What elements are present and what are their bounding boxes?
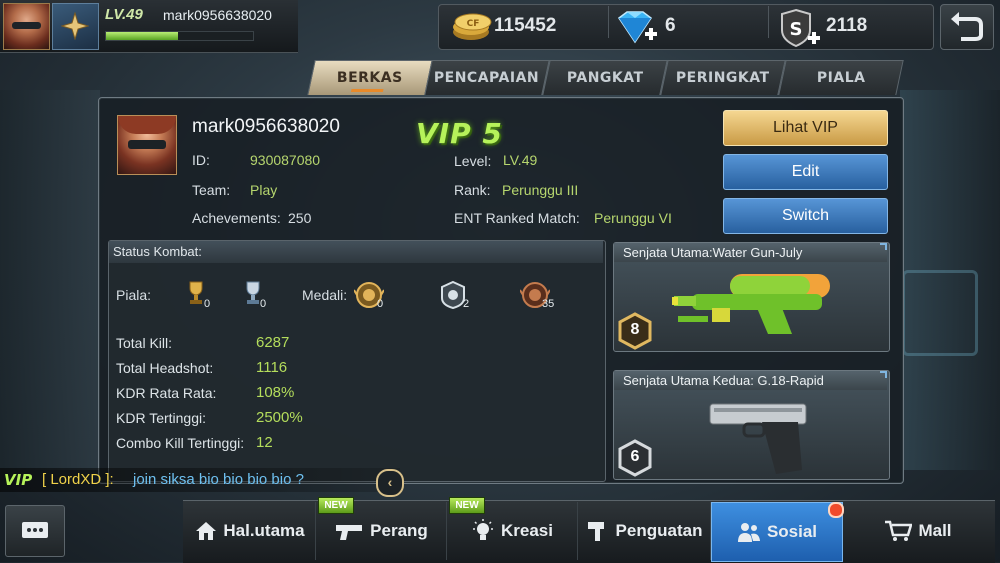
rank-value: Perunggu III	[502, 182, 579, 198]
tab-piala[interactable]: PIALA	[778, 60, 904, 95]
coin-icon: CF	[451, 10, 492, 42]
switch-button[interactable]: Switch	[723, 198, 888, 234]
divider	[608, 6, 609, 38]
nav-label: Sosial	[766, 522, 818, 541]
nav-mall[interactable]: Mall	[842, 502, 994, 560]
vip-level-badge: VIP 5	[416, 117, 503, 150]
house-icon	[196, 522, 217, 540]
chat-bubble-icon	[22, 522, 48, 538]
id-label: ID:	[192, 152, 210, 168]
stat-label: KDR Rata Rata:	[116, 385, 217, 401]
stat-value: 12	[256, 434, 273, 451]
edit-button[interactable]: Edit	[723, 154, 888, 190]
tab-berkas[interactable]: BERKAS	[307, 60, 433, 95]
profile-avatar[interactable]	[117, 115, 177, 175]
stat-value: 6287	[256, 334, 290, 351]
people-icon	[737, 523, 760, 542]
chat-collapse-button[interactable]: ‹	[376, 469, 404, 497]
nav-label: Kreasi	[501, 521, 553, 540]
background-sign	[902, 270, 978, 356]
stat-label: Total Headshot:	[116, 360, 214, 376]
nav-label: Penguatan	[615, 521, 703, 540]
player-level: LV.49	[105, 6, 143, 23]
xp-bar	[105, 31, 254, 41]
nav-sosial[interactable]: Sosial	[711, 502, 843, 562]
s-points-value: 2118	[826, 15, 868, 36]
level-label: Level:	[454, 153, 492, 169]
id-value: 930087080	[250, 152, 321, 168]
primary-weapon-title: Senjata Utama:Water Gun-July	[623, 245, 803, 260]
background-left	[0, 90, 100, 470]
pistol-icon	[706, 400, 810, 481]
nav-hal-utama[interactable]: Hal.utama	[185, 502, 316, 560]
piala-label: Piala:	[116, 287, 152, 303]
stat-label: Combo Kill Tertinggi:	[116, 435, 245, 451]
coins-value: 115452	[494, 15, 557, 36]
nav-label: Mall	[918, 521, 952, 540]
s-point-icon[interactable]: S	[778, 8, 824, 53]
player-username: mark0956638020	[163, 7, 272, 23]
profile-name: mark0956638020	[192, 116, 340, 137]
combat-status-title: Status Kombat:	[113, 244, 202, 259]
secondary-weapon-level: 6	[630, 448, 640, 465]
view-vip-button[interactable]: Lihat VIP	[723, 110, 888, 146]
rank-star-icon[interactable]	[52, 3, 99, 50]
svg-text:S: S	[790, 19, 803, 40]
gun-icon	[336, 525, 363, 540]
secondary-weapon-title: Senjata Utama Kedua: G.18-Rapid	[623, 373, 824, 388]
svg-text:CF: CF	[467, 19, 480, 29]
nav-label: Perang	[370, 521, 428, 540]
stat-value: 1116	[256, 359, 288, 376]
hammer-icon	[587, 522, 604, 541]
gold-medal-count: 0	[377, 298, 384, 310]
rank-label: Rank:	[454, 182, 491, 198]
gold-trophy-count: 0	[204, 298, 211, 310]
diamonds-value: 6	[665, 15, 676, 36]
stat-value: 108%	[256, 384, 295, 401]
chat-message: join siksa bio bio bio bio ?	[133, 471, 304, 488]
xp-bar-fill	[106, 32, 179, 40]
ranked-match-label: ENT Ranked Match:	[454, 210, 580, 226]
new-badge: NEW	[449, 497, 485, 514]
ranked-match-value: Perunggu VI	[594, 210, 672, 226]
silver-trophy-count: 0	[260, 298, 267, 310]
bronze-medal-count: 35	[542, 298, 555, 310]
cart-icon	[885, 520, 913, 541]
divider	[768, 6, 769, 38]
team-value: Play	[250, 182, 278, 198]
back-arrow-icon	[951, 12, 983, 41]
player-avatar[interactable]	[3, 3, 50, 50]
tab-pencapaian[interactable]: PENCAPAIAN	[424, 60, 550, 95]
diamond-icon[interactable]	[613, 10, 659, 51]
bulb-icon	[473, 519, 493, 540]
medali-label: Medali:	[302, 287, 348, 303]
silver-medal-count: 2	[463, 298, 470, 310]
new-badge: NEW	[318, 497, 354, 514]
chat-sender: [ LordXD ]:	[42, 471, 114, 488]
gold-trophy-icon	[187, 280, 205, 306]
team-label: Team:	[192, 182, 231, 198]
menu-button[interactable]	[5, 505, 65, 557]
tab-peringkat[interactable]: PERINGKAT	[660, 60, 786, 95]
nav-penguatan[interactable]: Penguatan	[578, 502, 711, 560]
achievements-value: 250	[288, 210, 312, 226]
nav-label: Hal.utama	[223, 521, 305, 540]
achievements-label: Achevements:	[192, 210, 281, 226]
back-button[interactable]	[940, 4, 994, 50]
primary-weapon-level: 8	[630, 321, 640, 338]
level-value: LV.49	[503, 152, 538, 168]
chat-vip-tag: VIP	[4, 471, 33, 489]
tab-pangkat[interactable]: PANGKAT	[542, 60, 668, 95]
chevron-left-icon: ‹	[387, 474, 393, 490]
stat-label: KDR Tertinggi:	[116, 410, 207, 426]
stat-label: Total Kill:	[116, 335, 173, 351]
stat-value: 2500%	[256, 409, 303, 426]
water-gun-icon	[672, 268, 852, 343]
